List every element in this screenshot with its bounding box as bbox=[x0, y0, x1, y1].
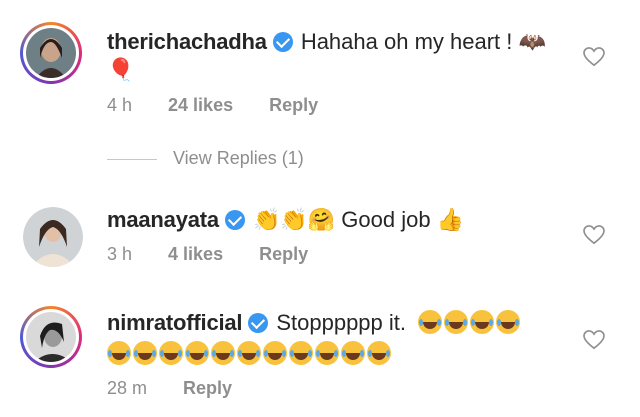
laughing-tears-emoji bbox=[444, 310, 469, 334]
avatar[interactable] bbox=[23, 207, 83, 267]
avatar bbox=[26, 312, 76, 362]
verified-badge-icon bbox=[272, 32, 293, 52]
reply-button[interactable]: Reply bbox=[269, 95, 318, 115]
heart-outline-icon[interactable] bbox=[583, 47, 605, 67]
thumbs-up-emoji: 👍 bbox=[436, 208, 465, 233]
avatar-story-ring[interactable] bbox=[20, 306, 82, 368]
laughing-tears-emoji bbox=[367, 341, 391, 365]
laughing-tears-emoji bbox=[418, 310, 443, 334]
balloon-emoji: 🎈 bbox=[107, 58, 135, 83]
laughing-tears-emoji bbox=[237, 341, 261, 365]
comment-therichachadha: therichachadha Hahaha oh my heart ! 🦇 🎈 4… bbox=[0, 0, 640, 140]
avatar-story-ring[interactable] bbox=[20, 22, 82, 84]
view-replies-button[interactable]: View Replies (1) bbox=[107, 148, 304, 172]
clap-hug-emojis: 👏👏🤗 bbox=[252, 208, 336, 233]
laughing-tears-emoji bbox=[289, 341, 313, 365]
comment-likes[interactable]: 24 likes bbox=[168, 95, 233, 115]
bat-emoji: 🦇 bbox=[518, 30, 546, 55]
comment-time: 3 h bbox=[107, 244, 133, 264]
avatar bbox=[26, 28, 76, 78]
comment-username[interactable]: therichachadha bbox=[107, 29, 267, 54]
comment-maanayata: maanayata 👏👏🤗 Good job 👍 3 h 4 likes Reply bbox=[0, 190, 640, 290]
laughing-tears-emoji bbox=[211, 341, 235, 365]
comment-text: Good job bbox=[341, 207, 431, 232]
laughing-tears-emoji bbox=[470, 310, 495, 334]
heart-outline-icon[interactable] bbox=[583, 330, 605, 350]
laughing-tears-emoji bbox=[263, 341, 287, 365]
heart-outline-icon[interactable] bbox=[583, 225, 605, 245]
comment-username[interactable]: nimratofficial bbox=[107, 310, 243, 335]
laughing-tears-emoji bbox=[315, 341, 339, 365]
laughing-tears-emoji bbox=[159, 341, 183, 365]
verified-badge-icon bbox=[248, 313, 269, 333]
comment-time: 4 h bbox=[107, 95, 133, 115]
laughing-tears-emoji bbox=[496, 310, 521, 334]
comment-text: Stopppppp it. bbox=[276, 310, 407, 335]
laughing-emojis bbox=[107, 340, 393, 368]
comment-time: 28 m bbox=[107, 378, 148, 398]
laughing-tears-emoji bbox=[133, 341, 157, 365]
comment-username[interactable]: maanayata bbox=[107, 207, 219, 232]
verified-badge-icon bbox=[224, 210, 245, 230]
comment-likes[interactable]: 4 likes bbox=[168, 244, 223, 264]
reply-button[interactable]: Reply bbox=[183, 378, 232, 398]
laughing-tears-emoji bbox=[107, 341, 131, 365]
divider-line bbox=[107, 158, 157, 160]
reply-button[interactable]: Reply bbox=[259, 244, 308, 264]
laughing-tears-emoji bbox=[341, 341, 365, 365]
laughing-emojis bbox=[418, 310, 522, 335]
comment-nimratofficial: nimratofficial Stopppppp it. 28 m Reply bbox=[0, 300, 640, 417]
laughing-tears-emoji bbox=[185, 341, 209, 365]
comment-text: Hahaha oh my heart ! bbox=[300, 29, 513, 54]
